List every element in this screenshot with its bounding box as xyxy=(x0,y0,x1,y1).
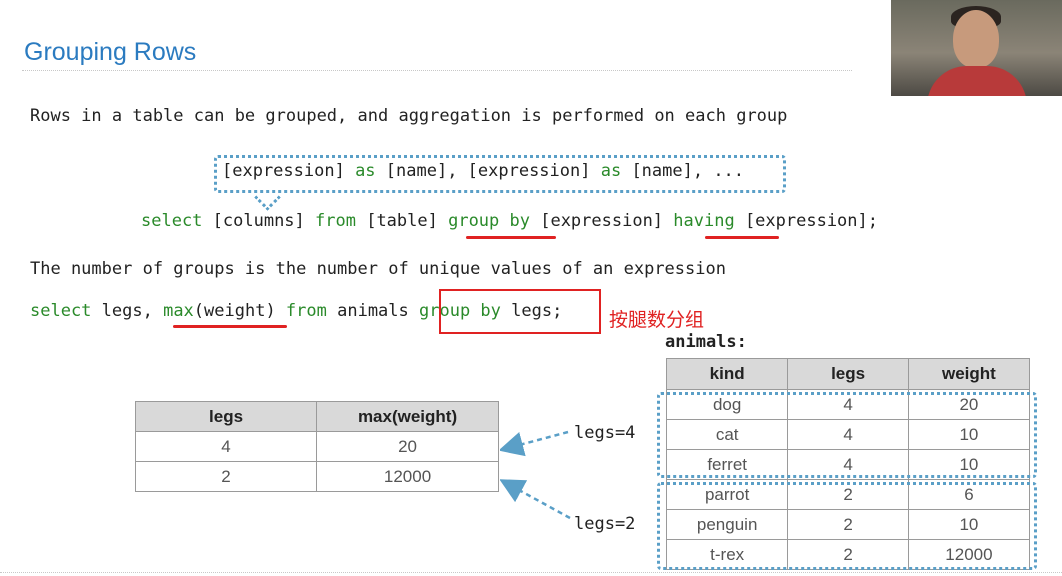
keyword-select: select xyxy=(30,301,92,321)
syntax-part: [name], [expression] xyxy=(375,161,601,181)
group-arrows xyxy=(500,430,571,520)
animals-header-kind: kind xyxy=(665,358,789,390)
keyword-as: as xyxy=(355,161,376,181)
annotation-group-by-legs: 按腿数分组 xyxy=(609,309,705,331)
result-legs: 4 xyxy=(134,431,318,462)
syntax-part: [expression] xyxy=(529,211,674,231)
keyword-from: from xyxy=(285,301,327,321)
query-part: legs, xyxy=(91,301,164,321)
arrow-legs-4 xyxy=(500,430,569,457)
intro-text: Rows in a table can be grouped, and aggr… xyxy=(30,106,788,126)
keyword-as: as xyxy=(600,161,622,181)
animals-table-label: animals: xyxy=(665,332,747,352)
query-part: (weight) xyxy=(193,301,286,321)
label-legs-2: legs=2 xyxy=(574,514,636,534)
legs-4-group-box xyxy=(657,392,1037,478)
animals-header-legs: legs xyxy=(787,358,909,390)
syntax-select-statement: select [columns] from [table] group by [… xyxy=(141,211,878,231)
result-max-weight: 12000 xyxy=(316,461,499,492)
keyword-select: select xyxy=(141,211,203,231)
syntax-part: [name], ... xyxy=(621,161,745,181)
presenter-face xyxy=(953,10,999,68)
arrow-legs-2 xyxy=(500,479,571,520)
bottom-divider xyxy=(0,572,1062,573)
keyword-from: from xyxy=(315,211,356,231)
syntax-part: [table] xyxy=(355,211,449,231)
query-part: animals xyxy=(326,301,419,321)
syntax-select-expressions: [expression] as [name], [expression] as … xyxy=(222,161,744,181)
result-header-max-weight: max(weight) xyxy=(316,401,499,432)
legs-2-group-box xyxy=(657,482,1037,570)
syntax-part: [expression] xyxy=(222,161,356,181)
result-table: legs max(weight) 4 20 2 12000 xyxy=(134,401,499,492)
group-by-highlight-box xyxy=(439,289,601,334)
presenter-shirt xyxy=(927,66,1027,96)
page-title: Grouping Rows xyxy=(24,38,197,66)
result-max-weight: 20 xyxy=(316,431,499,462)
keyword-group-by: group by xyxy=(448,211,530,231)
groups-sentence: The number of groups is the number of un… xyxy=(30,259,726,279)
max-weight-underline xyxy=(173,325,287,328)
having-underline xyxy=(705,236,779,239)
result-legs: 2 xyxy=(134,461,318,492)
syntax-part: [columns] xyxy=(202,211,316,231)
function-max: max xyxy=(163,301,194,321)
label-legs-4: legs=4 xyxy=(574,423,636,443)
table-row: 2 12000 xyxy=(134,461,499,492)
syntax-part: [expression]; xyxy=(734,211,878,231)
keyword-having: having xyxy=(673,211,735,231)
title-divider xyxy=(22,70,852,71)
group-by-underline xyxy=(466,236,556,239)
webcam-video xyxy=(891,0,1062,96)
animals-header-weight: weight xyxy=(907,358,1031,390)
result-header-legs: legs xyxy=(134,401,318,432)
table-row: 4 20 xyxy=(134,431,499,462)
